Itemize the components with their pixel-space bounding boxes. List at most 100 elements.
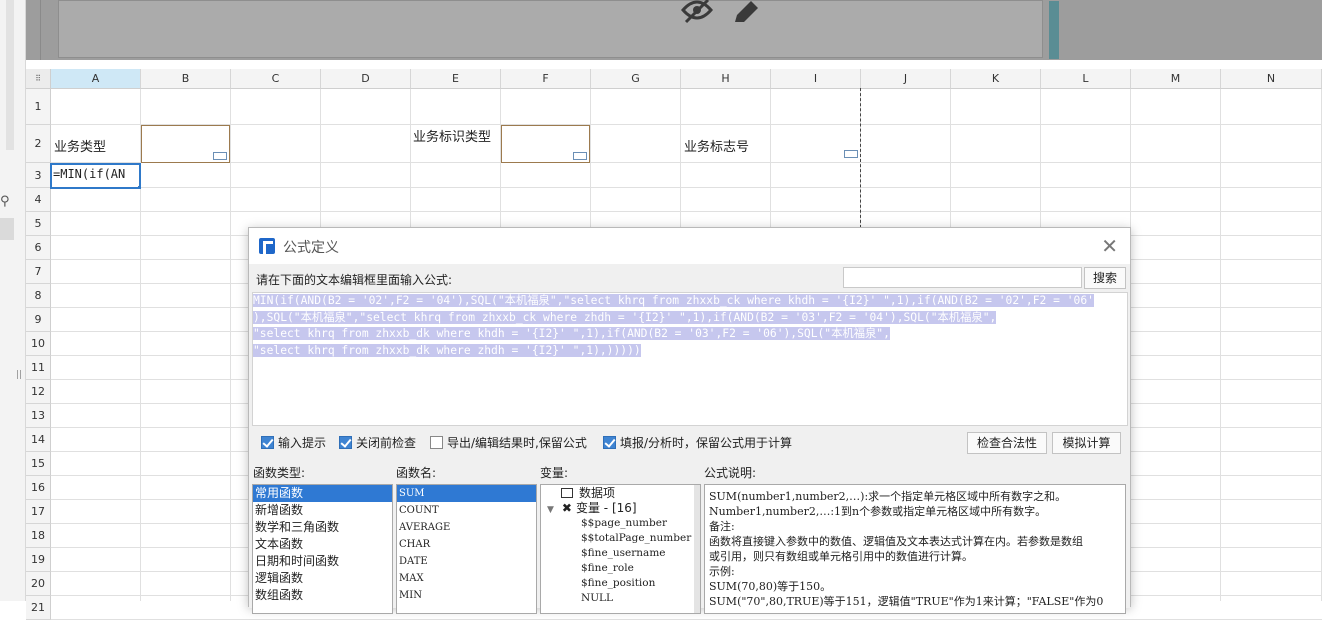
row-header-15[interactable]: 15	[26, 452, 51, 476]
row-header-9[interactable]: 9	[26, 308, 51, 332]
tree-leaf-variable[interactable]: $$page_number	[541, 516, 700, 531]
dialog-titlebar[interactable]: 公式定义 ✕	[249, 228, 1130, 264]
row-header-13[interactable]: 13	[26, 404, 51, 428]
row-header-11[interactable]: 11	[26, 356, 51, 380]
function-search-input[interactable]	[843, 267, 1082, 288]
column-header-H[interactable]: H	[681, 69, 771, 89]
check-validity-button[interactable]: 检查合法性	[967, 432, 1047, 454]
row-header-14[interactable]: 14	[26, 428, 51, 452]
row-header-2[interactable]: 2	[26, 125, 51, 163]
list-item[interactable]: 文本函数	[253, 536, 392, 553]
hide-eye-icon[interactable]	[680, 0, 714, 26]
cell-E2[interactable]: 业务标识类型	[413, 129, 499, 146]
row-header-6[interactable]: 6	[26, 236, 51, 260]
tree-leaf-variable[interactable]: $fine_role	[541, 561, 700, 576]
column-header-K[interactable]: K	[951, 69, 1041, 89]
formula-description: SUM(number1,number2,…):求一个指定单元格区域中所有数字之和…	[704, 484, 1126, 614]
variable-tree[interactable]: 数据项 ▼ ✖ 变量 - [16] $$page_number $$totalPag…	[540, 484, 701, 614]
function-name-list[interactable]: SUM COUNT AVERAGE CHAR DATE MAX MIN	[396, 484, 537, 614]
row-header-10[interactable]: 10	[26, 332, 51, 356]
row-header-5[interactable]: 5	[26, 212, 51, 236]
column-header-L[interactable]: L	[1041, 69, 1131, 89]
row-header-8[interactable]: 8	[26, 284, 51, 308]
row-header-7[interactable]: 7	[26, 260, 51, 284]
option-check-before-close[interactable]: 关闭前检查	[339, 434, 416, 451]
list-item[interactable]: COUNT	[397, 502, 536, 519]
list-item[interactable]: 数学和三角函数	[253, 519, 392, 536]
row-header-20[interactable]: 20	[26, 572, 51, 596]
row-header-18[interactable]: 18	[26, 524, 51, 548]
fill-handle[interactable]	[138, 186, 139, 187]
column-header-N[interactable]: N	[1221, 69, 1322, 89]
list-item[interactable]: 新增函数	[253, 502, 392, 519]
preview-scroll-thumb[interactable]	[1049, 1, 1059, 59]
search-icon[interactable]: ⚲	[0, 194, 14, 212]
side-panel-tab[interactable]	[0, 218, 14, 240]
checkbox-checked-icon[interactable]	[261, 436, 274, 449]
tree-leaf-variable[interactable]: $fine_position	[541, 576, 700, 591]
row-header-19[interactable]: 19	[26, 548, 51, 572]
cell-H2[interactable]: 业务标志号	[684, 136, 749, 155]
column-header-D[interactable]: D	[321, 69, 411, 89]
list-item[interactable]: 日期和时间函数	[253, 553, 392, 570]
row-header-17[interactable]: 17	[26, 500, 51, 524]
active-cell-A3[interactable]: =MIN(if(AN	[50, 163, 141, 189]
tree-leaf-variable[interactable]: $fine_username	[541, 546, 700, 561]
cell-A2[interactable]: 业务类型	[54, 136, 106, 155]
formula-dialog: 公式定义 ✕ 请在下面的文本编辑框里面输入公式: 搜索 MIN(if(AND(B…	[248, 227, 1131, 614]
list-item[interactable]: MIN	[397, 587, 536, 604]
column-header-G[interactable]: G	[591, 69, 681, 89]
option-keep-formula-fill[interactable]: 填报/分析时，保留公式用于计算	[603, 434, 792, 451]
formula-editor[interactable]: MIN(if(AND(B2 = '02',F2 = '04'),SQL("本机福…	[252, 292, 1128, 426]
checkbox-checked-icon[interactable]	[339, 436, 352, 449]
column-header-C[interactable]: C	[231, 69, 321, 89]
checkbox-checked-icon[interactable]	[603, 436, 616, 449]
column-header-B[interactable]: B	[141, 69, 231, 89]
option-input-hint[interactable]: 输入提示	[261, 434, 326, 451]
cell-I2-dropdown-marker[interactable]	[844, 150, 858, 158]
option-keep-formula-export[interactable]: 导出/编辑结果时,保留公式	[430, 434, 587, 451]
row-header-16[interactable]: 16	[26, 476, 51, 500]
resize-grip-icon[interactable]: ||	[16, 370, 22, 380]
column-header-I[interactable]: I	[771, 69, 861, 89]
column-header-J[interactable]: J	[861, 69, 951, 89]
column-header-A[interactable]: A	[51, 69, 141, 89]
select-all-corner[interactable]: ⠿	[26, 69, 51, 89]
row-header-12[interactable]: 12	[26, 380, 51, 404]
row-header-21[interactable]: 21	[26, 596, 51, 620]
tree-node-variables[interactable]: ▼ ✖ 变量 - [16]	[541, 501, 700, 516]
list-item[interactable]: DATE	[397, 553, 536, 570]
dropdown-marker[interactable]	[213, 152, 227, 160]
cell-B2-input[interactable]	[141, 125, 230, 163]
tree-node-data-items[interactable]: 数据项	[541, 486, 700, 501]
collapse-arrow-icon[interactable]: ▼	[547, 505, 554, 515]
close-icon[interactable]: ✕	[1101, 234, 1118, 258]
list-item[interactable]: AVERAGE	[397, 519, 536, 536]
row-header-4[interactable]: 4	[26, 188, 51, 212]
cell-F2-input[interactable]	[501, 125, 590, 163]
function-type-list[interactable]: 常用函数 新增函数 数学和三角函数 文本函数 日期和时间函数 逻辑函数 数组函数	[252, 484, 393, 614]
checkbox-unchecked-icon[interactable]	[430, 436, 443, 449]
list-item[interactable]: 数组函数	[253, 587, 392, 604]
simulate-calc-button[interactable]: 模拟计算	[1052, 432, 1121, 454]
dropdown-marker[interactable]	[573, 152, 587, 160]
tree-scrollbar[interactable]	[694, 485, 700, 613]
list-item[interactable]: SUM	[397, 485, 536, 502]
page-break-line	[860, 88, 861, 228]
list-item[interactable]: 逻辑函数	[253, 570, 392, 587]
column-header-M[interactable]: M	[1131, 69, 1221, 89]
list-item[interactable]: MAX	[397, 570, 536, 587]
row-header-1[interactable]: 1	[26, 89, 51, 125]
tree-leaf-variable[interactable]: NULL	[541, 591, 700, 606]
formula-line: MIN(if(AND(B2 = '02',F2 = '04'),SQL("本机福…	[253, 294, 1094, 307]
grid-vline	[230, 89, 231, 601]
edit-pencil-icon[interactable]	[731, 0, 761, 26]
list-item[interactable]: CHAR	[397, 536, 536, 553]
list-item[interactable]: 常用函数	[253, 485, 392, 502]
side-scrollbar[interactable]	[6, 0, 14, 150]
column-header-F[interactable]: F	[501, 69, 591, 89]
row-header-3[interactable]: 3	[26, 163, 51, 188]
tree-leaf-variable[interactable]: $$totalPage_number	[541, 531, 700, 546]
search-button[interactable]: 搜索	[1084, 267, 1126, 289]
column-header-E[interactable]: E	[411, 69, 501, 89]
